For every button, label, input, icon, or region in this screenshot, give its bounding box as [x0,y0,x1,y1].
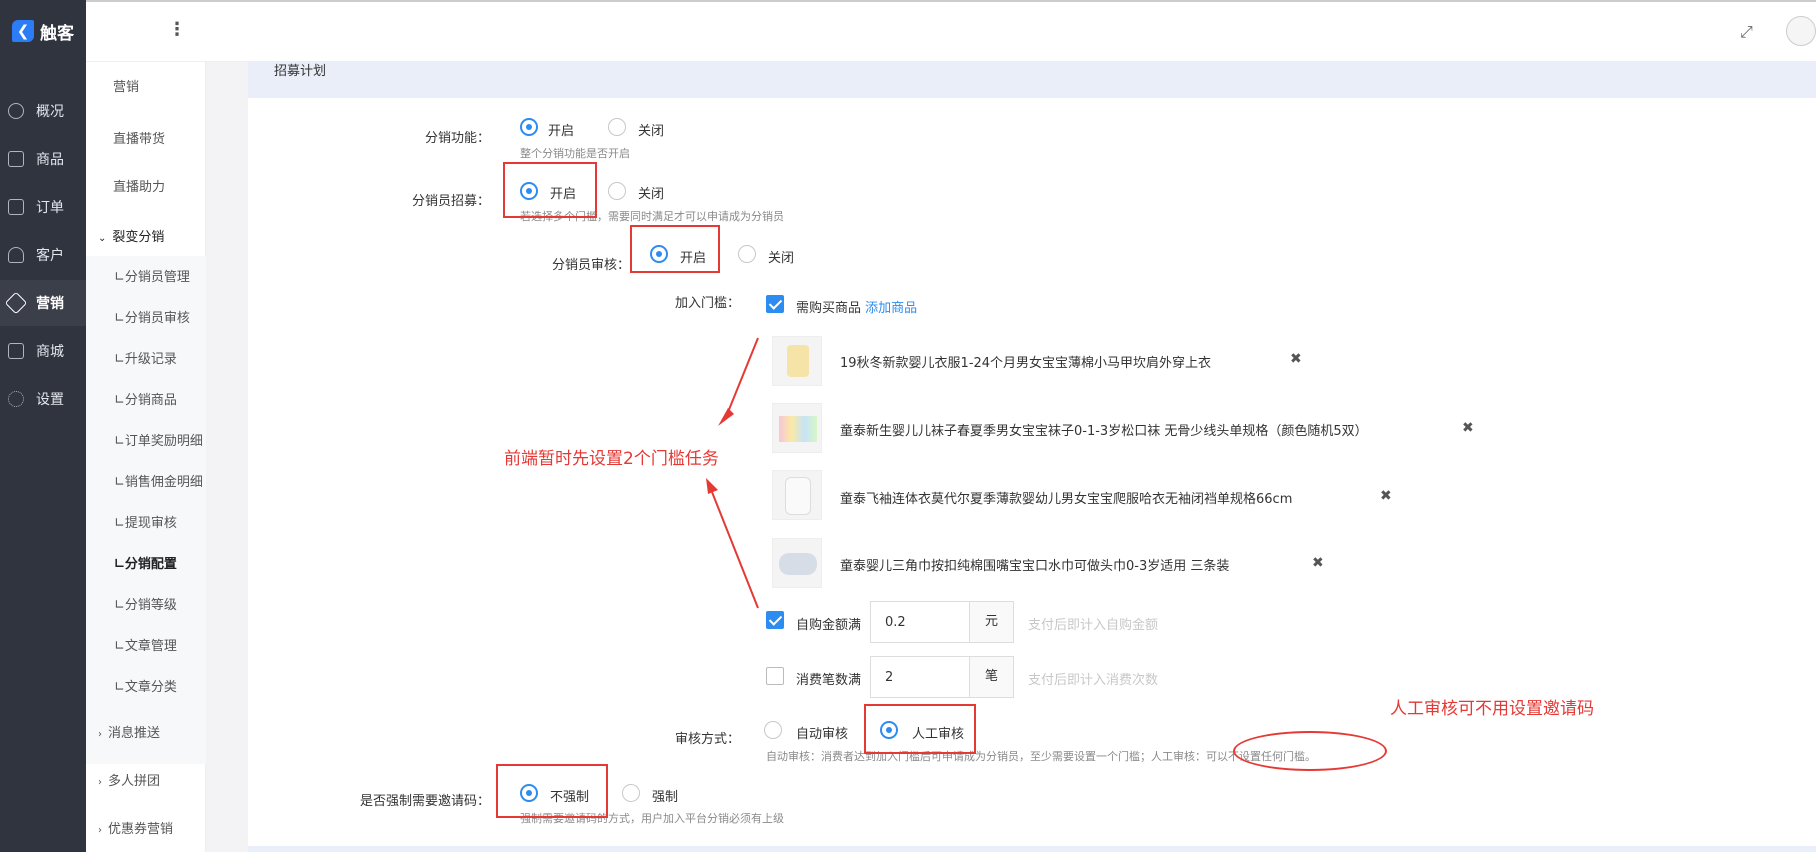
arrow-line [711,491,759,609]
app-logo[interactable]: ❮ 触客 [0,0,86,62]
submenu-group-fission[interactable]: ⌄ 裂变分销 [98,226,218,245]
submenu-group-body: ∟分销员管理 ∟分销员审核 ∟升级记录 ∟分销商品 ∟订单奖励明细 ∟销售佣金明… [86,256,206,764]
content-gutter [206,62,248,852]
nav-item-marketing[interactable]: 营销 [0,280,86,326]
tag-icon [4,291,28,315]
nav-item-overview[interactable]: 概况 [0,88,86,134]
submenu-item-group-buy[interactable]: › 多人拼团 [98,770,218,789]
user-icon [8,247,24,263]
nav-item-products[interactable]: 商品 [0,136,86,182]
nav-item-orders[interactable]: 订单 [0,184,86,230]
chevron-right-icon: › [98,729,102,740]
chevron-down-icon: ⌄ [98,233,107,244]
logo-mark-icon: ❮ [12,20,34,42]
nav-item-store[interactable]: 商城 [0,328,86,374]
chevron-right-icon: › [98,777,102,788]
dashboard-icon [8,103,24,119]
calendar-icon [8,199,24,215]
arrow-head [706,478,718,494]
more-vertical-icon[interactable]: ⋮ [168,21,186,39]
logo-text: 触客 [40,23,74,44]
submenu-item-messages[interactable]: › 消息推送 [98,722,218,741]
gear-icon [8,391,24,407]
annotation-arrows [706,337,759,609]
top-bar: ⋮ ⤢ [86,0,1816,62]
chevron-right-icon: › [98,825,102,836]
main-content: 招募计划 分销功能： 开启 关闭 整个分销功能是否开启 分销员招募： 开启 关闭… [248,62,1816,852]
store-icon [8,343,24,359]
fullscreen-icon[interactable]: ⤢ [1740,22,1758,41]
grid-icon [8,151,24,167]
main-nav: ❮ 触客 概况 商品 订单 客户 营销 商城 设置 [0,0,86,852]
arrow-line [725,337,759,418]
nav-item-customers[interactable]: 客户 [0,232,86,278]
submenu-item-coupons[interactable]: › 优惠券营销 [98,818,218,837]
avatar[interactable] [1786,16,1816,46]
nav-item-settings[interactable]: 设置 [0,376,86,422]
secondary-menu: 营销 直播带货 直播助力 ⌄ 裂变分销 ∟分销员管理 ∟分销员审核 ∟升级记录 ∟… [86,62,206,852]
arrow-head [718,408,734,426]
